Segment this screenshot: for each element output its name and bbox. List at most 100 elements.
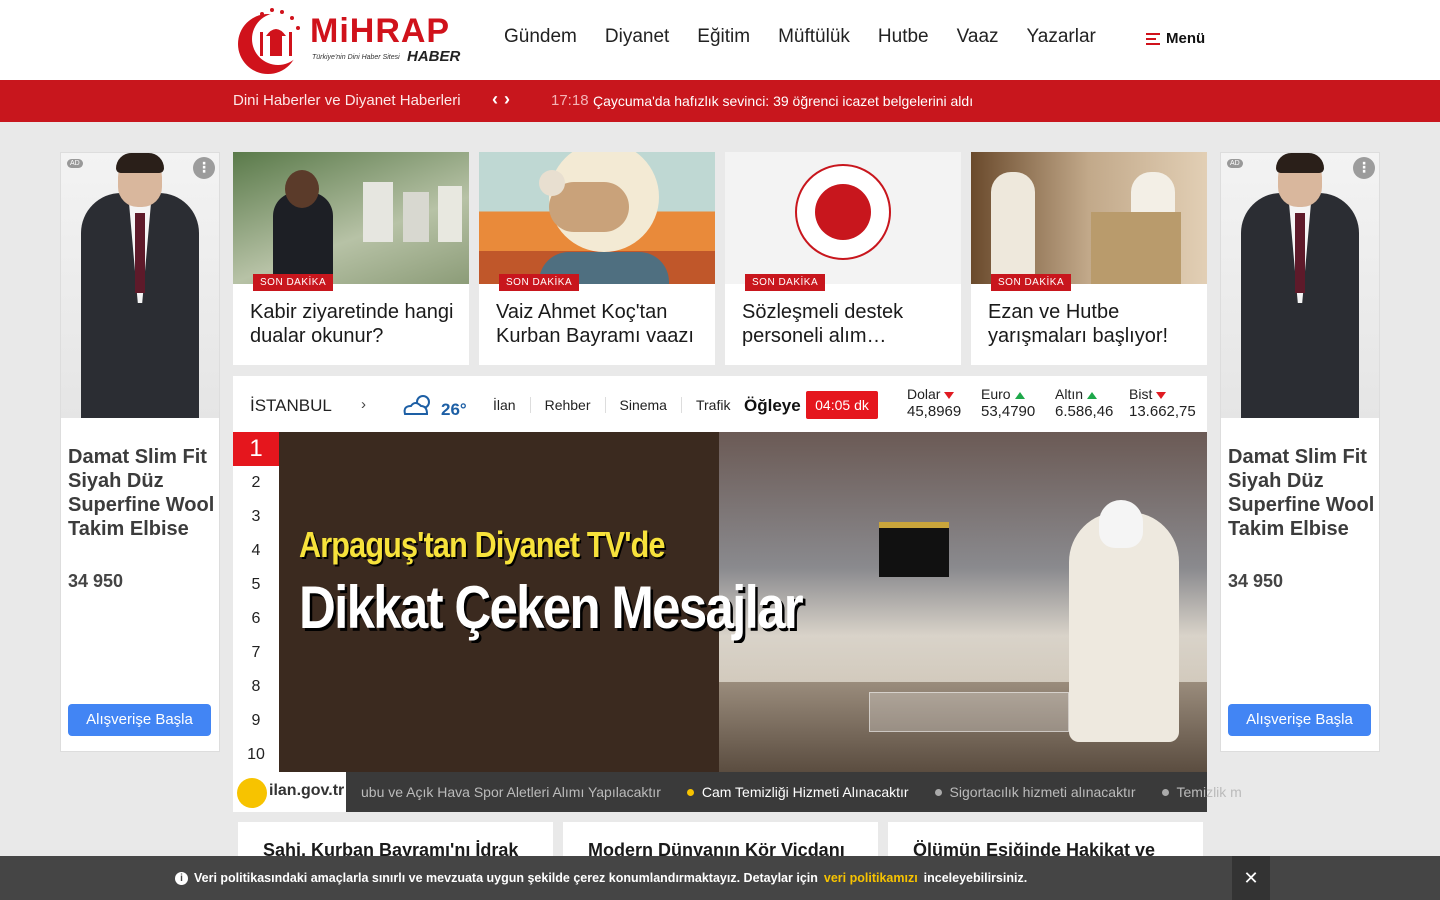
slider-page-6[interactable]: 6 xyxy=(233,602,279,636)
market-altin[interactable]: Altın 6.586,46 xyxy=(1055,386,1113,420)
news-card[interactable]: SON DAKİKA Vaiz Ahmet Koç'tan Kurban Bay… xyxy=(479,152,715,365)
card-image-mosque xyxy=(971,152,1207,284)
more-options-icon[interactable]: ⋮ xyxy=(1353,157,1375,179)
down-arrow-icon xyxy=(1156,391,1167,399)
card-title[interactable]: Vaiz Ahmet Koç'tan Kurban Bayramı vaazı xyxy=(496,300,706,348)
link-trafik[interactable]: Trafik xyxy=(680,397,744,413)
nav-hutbe[interactable]: Hutbe xyxy=(878,26,929,48)
breaking-time: 17:18 xyxy=(551,92,589,109)
site-logo[interactable]: MiHRAP Türkiye'nin Dini Haber Sitesi HAB… xyxy=(232,6,472,74)
breaking-news-bar: Dini Haberler ve Diyanet Haberleri ‹ › 1… xyxy=(0,80,1440,122)
chevron-right-icon[interactable]: › xyxy=(361,396,366,413)
slider-page-8[interactable]: 8 xyxy=(233,670,279,704)
card-title[interactable]: Sözleşmeli destek personeli alım… xyxy=(742,300,952,348)
market-name: Dolar xyxy=(907,386,941,402)
slider-page-5[interactable]: 5 xyxy=(233,568,279,602)
ad-left[interactable]: AD ⋮ Damat Slim Fit Siyah Düz Superfine … xyxy=(60,152,220,752)
temperature: 26° xyxy=(441,400,467,419)
slide-image[interactable]: Arpaguş'tan Diyanet TV'de Dikkat Çeken M… xyxy=(279,432,1207,772)
ad-badge: AD xyxy=(1227,159,1243,168)
city-selector[interactable]: İSTANBUL xyxy=(250,396,332,416)
cookie-text-before: Veri politikasındaki amaçlarla sınırlı v… xyxy=(194,871,818,885)
ticker-item[interactable]: ubu ve Açık Hava Spor Aletleri Alımı Yap… xyxy=(361,784,661,800)
nav-muftuluk[interactable]: Müftülük xyxy=(778,26,850,48)
nav-vaaz[interactable]: Vaaz xyxy=(957,26,999,48)
market-dolar[interactable]: Dolar 45,8969 xyxy=(907,386,961,420)
slider-pagination: 1 2 3 4 5 6 7 8 9 10 xyxy=(233,432,279,772)
market-name: Altın xyxy=(1055,386,1084,402)
slider-page-1[interactable]: 1 xyxy=(233,432,279,466)
card-title[interactable]: Ezan ve Hutbe yarışmaları başlıyor! xyxy=(988,300,1198,348)
ad-price: 34 950 xyxy=(1228,571,1284,591)
card-image-diyanet-logo xyxy=(725,152,961,284)
nav-yazarlar[interactable]: Yazarlar xyxy=(1027,26,1096,48)
ilan-logo-text: ilan.gov.tr xyxy=(269,782,345,799)
slide-headline-main: Dikkat Çeken Mesajlar xyxy=(299,574,804,641)
logo-tagline: Türkiye'nin Dini Haber Sitesi xyxy=(312,54,400,61)
prayer-countdown[interactable]: 04:05 dk xyxy=(806,391,878,419)
ticker-item[interactable]: Sigortacılık hizmeti alınacaktır xyxy=(934,784,1136,800)
partly-cloudy-icon xyxy=(403,395,430,415)
bullet-icon xyxy=(1161,788,1169,796)
ad-badge: AD xyxy=(67,159,83,168)
up-arrow-icon xyxy=(1014,391,1025,399)
ilan-logo-icon xyxy=(237,778,267,808)
up-arrow-icon xyxy=(1087,391,1098,399)
ad-cta-button[interactable]: Alışverişe Başla xyxy=(68,704,211,736)
logo-text: MiHRAP xyxy=(310,12,451,50)
more-options-icon[interactable]: ⋮ xyxy=(193,157,215,179)
slider-page-3[interactable]: 3 xyxy=(233,500,279,534)
slider-page-2[interactable]: 2 xyxy=(233,466,279,500)
card-image-cemetery xyxy=(233,152,469,284)
market-euro[interactable]: Euro 53,4790 xyxy=(981,386,1035,420)
close-icon[interactable]: ✕ xyxy=(1232,856,1270,900)
market-value: 6.586,46 xyxy=(1055,403,1114,420)
link-sinema[interactable]: Sinema xyxy=(604,397,681,413)
bullet-icon xyxy=(686,788,694,796)
card-title[interactable]: Kabir ziyaretinde hangi dualar okunur? xyxy=(250,300,460,348)
menu-label: Menü xyxy=(1166,30,1206,47)
prayer-name[interactable]: Öğleye xyxy=(744,396,801,416)
logo-haber: HABER xyxy=(407,48,461,65)
slider-page-4[interactable]: 4 xyxy=(233,534,279,568)
menu-button[interactable]: Menü xyxy=(1146,30,1205,47)
market-value: 13.662,75 xyxy=(1129,403,1196,420)
market-bist[interactable]: Bist 13.662,75 xyxy=(1129,386,1196,420)
news-card[interactable]: SON DAKİKA Ezan ve Hutbe yarışmaları baş… xyxy=(971,152,1207,365)
breaking-badge: SON DAKİKA xyxy=(499,274,580,291)
link-rehber[interactable]: Rehber xyxy=(529,397,605,413)
slider-page-10[interactable]: 10 xyxy=(233,738,279,772)
info-icon: i xyxy=(175,871,188,885)
cookie-text-after: inceleyebilirsiniz. xyxy=(923,871,1028,885)
ticker-item[interactable]: Cam Temizliği Hizmeti Alınacaktır xyxy=(686,784,909,800)
nav-diyanet[interactable]: Diyanet xyxy=(605,26,669,48)
link-ilan[interactable]: İlan xyxy=(479,397,530,413)
main-nav: Gündem Diyanet Eğitim Müftülük Hutbe Vaa… xyxy=(490,26,1110,48)
ticker-item[interactable]: Temizlik m xyxy=(1161,784,1242,800)
slider-page-9[interactable]: 9 xyxy=(233,704,279,738)
slide-headline-top: Arpaguş'tan Diyanet TV'de xyxy=(299,524,666,565)
slider-page-7[interactable]: 7 xyxy=(233,636,279,670)
main-slider: 1 2 3 4 5 6 7 8 9 10 Arpaguş'tan Diyanet… xyxy=(233,432,1242,812)
breaking-title[interactable]: Dini Haberler ve Diyanet Haberleri xyxy=(233,92,461,109)
ad-price: 34 950 xyxy=(68,571,124,591)
breaking-badge: SON DAKİKA xyxy=(745,274,826,291)
nav-egitim[interactable]: Eğitim xyxy=(697,26,750,48)
chevron-right-icon[interactable]: › xyxy=(504,89,510,110)
ad-image: AD ⋮ xyxy=(61,153,219,418)
chevron-left-icon[interactable]: ‹ xyxy=(492,89,498,110)
quick-links: İlan Rehber Sinema Trafik xyxy=(479,397,744,413)
site-header: MiHRAP Türkiye'nin Dini Haber Sitesi HAB… xyxy=(0,0,1440,80)
ad-title[interactable]: Damat Slim Fit Siyah Düz Superfine Wool … xyxy=(1228,445,1378,541)
privacy-policy-link[interactable]: veri politikamızı xyxy=(824,871,918,885)
ad-title[interactable]: Damat Slim Fit Siyah Düz Superfine Wool … xyxy=(68,445,218,541)
cookie-message: i Veri politikasındaki amaçlarla sınırlı… xyxy=(175,871,1027,885)
ilan-logo[interactable]: ilan.gov.tr xyxy=(233,772,346,812)
ad-right[interactable]: AD ⋮ Damat Slim Fit Siyah Düz Superfine … xyxy=(1220,152,1380,752)
info-bar: İSTANBUL › 26° İlan Rehber Sinema Trafik… xyxy=(233,376,1207,432)
news-card[interactable]: SON DAKİKA Sözleşmeli destek personeli a… xyxy=(725,152,961,365)
nav-gundem[interactable]: Gündem xyxy=(504,26,577,48)
ad-cta-button[interactable]: Alışverişe Başla xyxy=(1228,704,1371,736)
breaking-headline[interactable]: Çaycuma'da hafızlık sevinci: 39 öğrenci … xyxy=(593,93,973,109)
news-card[interactable]: SON DAKİKA Kabir ziyaretinde hangi duala… xyxy=(233,152,469,365)
